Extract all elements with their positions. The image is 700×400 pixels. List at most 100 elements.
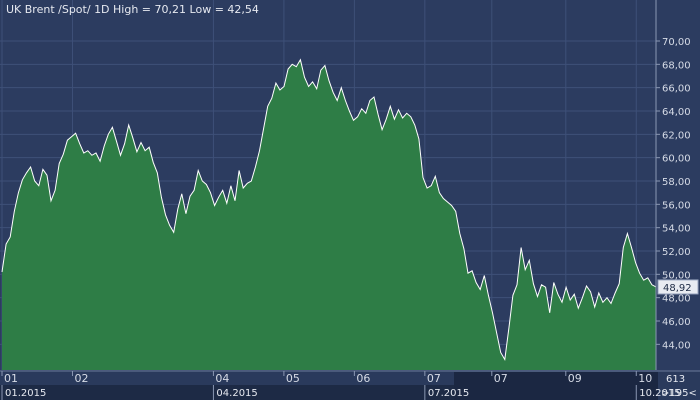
data-point xyxy=(566,287,567,288)
data-point xyxy=(606,297,607,298)
y-tick-label: 46,00 xyxy=(662,317,691,328)
data-point xyxy=(545,287,546,288)
y-tick-label: 66,00 xyxy=(662,84,691,95)
data-point xyxy=(353,120,354,121)
data-point xyxy=(42,169,43,170)
data-point xyxy=(386,119,387,120)
data-point xyxy=(341,87,342,88)
data-point xyxy=(185,213,186,214)
data-point xyxy=(561,302,562,303)
data-point xyxy=(361,108,362,109)
data-point xyxy=(512,295,513,296)
data-point xyxy=(1,271,2,272)
data-point xyxy=(234,200,235,201)
data-point xyxy=(647,277,648,278)
data-point xyxy=(602,302,603,303)
data-point xyxy=(324,65,325,66)
data-point xyxy=(226,203,227,204)
data-point xyxy=(140,142,141,143)
data-point xyxy=(635,262,636,263)
x-tick-label: 02 xyxy=(74,372,88,385)
data-point xyxy=(67,140,68,141)
data-point xyxy=(26,172,27,173)
data-point xyxy=(112,127,113,128)
data-point xyxy=(292,64,293,65)
data-point xyxy=(455,211,456,212)
data-point xyxy=(251,180,252,181)
data-point xyxy=(202,180,203,181)
data-point xyxy=(46,175,47,176)
data-point xyxy=(480,289,481,290)
data-point xyxy=(492,312,493,313)
data-point xyxy=(651,284,652,285)
scroll-indicator[interactable]: >195< xyxy=(661,388,697,399)
x-tick-label: 05 xyxy=(286,372,300,385)
data-point xyxy=(529,260,530,261)
data-point xyxy=(22,179,23,180)
y-tick-label: 62,00 xyxy=(662,130,691,141)
last-value-label: 48,92 xyxy=(657,279,699,295)
data-point xyxy=(615,292,616,293)
data-point xyxy=(623,247,624,248)
data-point xyxy=(71,136,72,137)
data-point xyxy=(451,205,452,206)
data-point xyxy=(38,185,39,186)
data-point xyxy=(312,81,313,82)
period-label: 01.2015 xyxy=(5,388,46,399)
data-point xyxy=(169,225,170,226)
data-point xyxy=(467,273,468,274)
data-point xyxy=(586,285,587,286)
chart-canvas: 44,0046,0048,0050,0052,0054,0056,0058,00… xyxy=(0,0,700,400)
data-point xyxy=(508,327,509,328)
data-point xyxy=(296,66,297,67)
data-point xyxy=(373,96,374,97)
data-point xyxy=(275,82,276,83)
x-tick-label: 01 xyxy=(4,372,18,385)
data-point xyxy=(365,113,366,114)
period-label: 07.2015 xyxy=(428,388,469,399)
data-point xyxy=(34,180,35,181)
data-point xyxy=(263,128,264,129)
data-point xyxy=(63,154,64,155)
data-point xyxy=(459,233,460,234)
data-point xyxy=(18,192,19,193)
data-point xyxy=(6,243,7,244)
data-point xyxy=(149,147,150,148)
data-point xyxy=(108,134,109,135)
data-point xyxy=(427,187,428,188)
bar-count: 613 xyxy=(666,374,685,385)
data-point xyxy=(484,275,485,276)
data-point xyxy=(198,170,199,171)
navigator-window[interactable] xyxy=(454,372,658,400)
data-point xyxy=(247,183,248,184)
data-point xyxy=(165,214,166,215)
data-point xyxy=(557,294,558,295)
data-point xyxy=(308,86,309,87)
y-tick-label: 44,00 xyxy=(662,340,691,351)
data-point xyxy=(570,299,571,300)
data-point xyxy=(304,77,305,78)
data-point xyxy=(521,247,522,248)
data-point xyxy=(100,161,101,162)
data-point xyxy=(378,114,379,115)
data-point xyxy=(283,86,284,87)
data-point xyxy=(516,284,517,285)
x-tick-label: 07 xyxy=(494,372,508,385)
data-point xyxy=(496,332,497,333)
data-point xyxy=(422,177,423,178)
data-point xyxy=(402,117,403,118)
y-tick-label: 60,00 xyxy=(662,154,691,165)
data-point xyxy=(439,192,440,193)
data-point xyxy=(345,100,346,101)
y-tick-label: 64,00 xyxy=(662,107,691,118)
data-point xyxy=(435,176,436,177)
data-point xyxy=(177,208,178,209)
instrument-name: UK Brent /Spot/ xyxy=(6,3,91,16)
x-tick-label: 10 xyxy=(638,372,652,385)
data-point xyxy=(120,155,121,156)
data-point xyxy=(394,119,395,120)
low-value: 42,54 xyxy=(227,3,259,16)
data-point xyxy=(288,68,289,69)
y-tick-label: 68,00 xyxy=(662,60,691,71)
data-point xyxy=(447,201,448,202)
